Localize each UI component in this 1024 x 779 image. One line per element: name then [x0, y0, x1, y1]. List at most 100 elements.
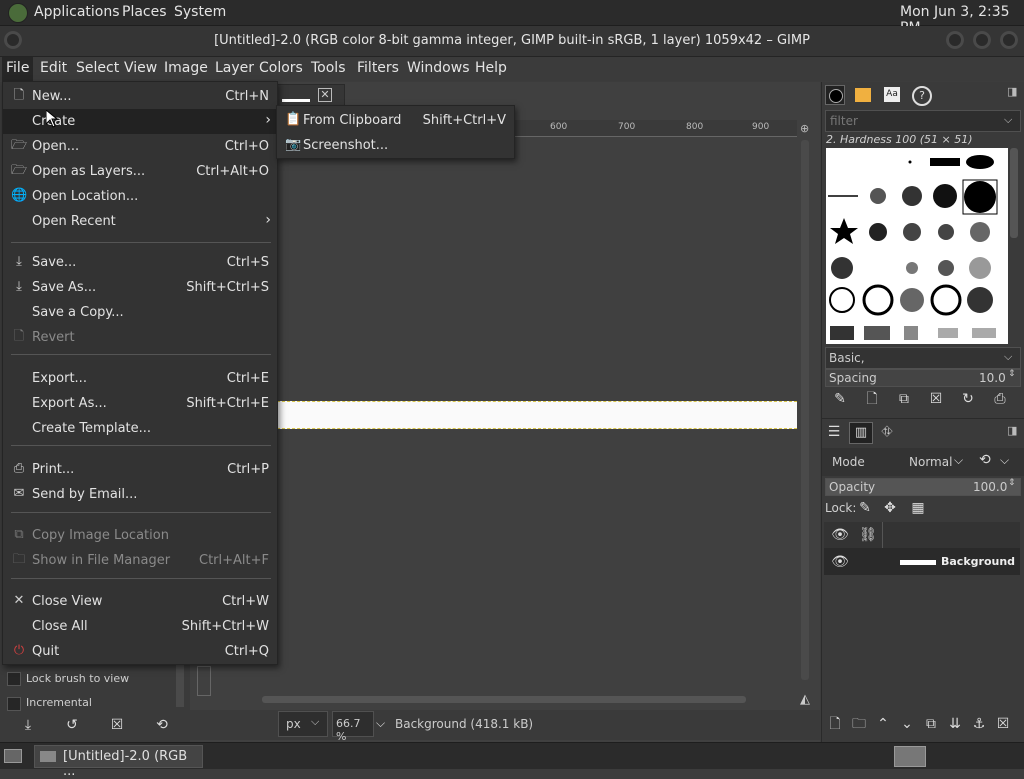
menu-image[interactable]: Image: [160, 57, 212, 81]
menu-item-save-as[interactable]: ⤓ Save As... Shift+Ctrl+S: [3, 275, 277, 300]
menu-item-revert[interactable]: 🗋 Revert: [3, 325, 277, 350]
taskbar-window-button[interactable]: [Untitled]-2.0 (RGB ...: [34, 745, 203, 779]
channels-tab-icon[interactable]: ▥: [849, 422, 873, 444]
menu-item-new[interactable]: 🗋 New... Ctrl+N: [3, 84, 277, 109]
delete-tool-preset-icon[interactable]: ☒: [107, 715, 127, 735]
new-layer-group-icon[interactable]: 🗀: [849, 714, 869, 734]
refresh-brushes-icon[interactable]: ↻: [958, 389, 978, 409]
horizontal-scrollbar[interactable]: [262, 696, 746, 703]
patterns-tab-icon[interactable]: [855, 88, 871, 102]
brush-grid-scrollbar[interactable]: [1010, 148, 1018, 238]
duplicate-brush-icon[interactable]: ⧉: [894, 389, 914, 409]
lock-position-icon[interactable]: ✥: [880, 498, 900, 518]
menu-item-from-clipboard[interactable]: 📋 From Clipboard Shift+Ctrl+V: [277, 108, 514, 133]
menu-item-create[interactable]: Create›: [3, 109, 277, 134]
zoom-to-fit-icon[interactable]: ◭: [800, 692, 814, 707]
new-layer-icon[interactable]: 🗋: [825, 714, 845, 734]
menu-item-save[interactable]: ⤓ Save... Ctrl+S: [3, 250, 277, 275]
layers-tab-icon[interactable]: ☰: [824, 422, 844, 442]
layer-name[interactable]: Background: [941, 555, 1015, 568]
opacity-slider[interactable]: Opacity 100.0 ⇕: [825, 478, 1021, 496]
open-brush-as-image-icon[interactable]: ⎙: [990, 389, 1010, 409]
menu-filters[interactable]: Filters: [353, 57, 403, 81]
menu-item-send-email[interactable]: ✉ Send by Email...: [3, 482, 277, 507]
unit-select[interactable]: px ⌵: [278, 711, 328, 737]
menu-view[interactable]: View: [120, 57, 161, 81]
mode-value[interactable]: Normal: [909, 455, 952, 469]
minimize-icon[interactable]: [946, 31, 964, 49]
lock-brush-checkbox[interactable]: [7, 672, 21, 686]
workspace-switcher[interactable]: [894, 746, 926, 767]
raise-layer-icon[interactable]: ⌃: [873, 714, 893, 734]
show-desktop-icon[interactable]: [4, 749, 22, 763]
menu-edit[interactable]: Edit: [36, 57, 71, 81]
navigate-icon[interactable]: ⊕: [800, 122, 812, 136]
menu-file[interactable]: File: [2, 57, 34, 81]
spacing-slider[interactable]: Spacing 10.0 ⇕: [825, 369, 1021, 387]
switch-mode-icon[interactable]: ⟲: [979, 452, 991, 468]
distro-logo-icon[interactable]: [8, 3, 28, 23]
menu-item-open-as-layers[interactable]: 🗁 Open as Layers... Ctrl+Alt+O: [3, 159, 277, 184]
spin-arrows-icon[interactable]: ⇕: [1008, 478, 1016, 488]
merge-layer-icon[interactable]: ⇊: [945, 714, 965, 734]
paths-tab-icon[interactable]: ⛗: [877, 422, 897, 442]
lower-layer-icon[interactable]: ⌄: [897, 714, 917, 734]
edit-brush-icon[interactable]: ✎: [830, 389, 850, 409]
brush-grid[interactable]: [826, 148, 1008, 344]
menu-item-create-template[interactable]: Create Template...: [3, 416, 277, 441]
lock-alpha-icon[interactable]: ▦: [908, 498, 928, 518]
incremental-checkbox[interactable]: [7, 697, 21, 711]
delete-brush-icon[interactable]: ☒: [926, 389, 946, 409]
maximize-icon[interactable]: [973, 31, 991, 49]
menu-item-save-copy[interactable]: Save a Copy...: [3, 300, 277, 325]
menu-help[interactable]: Help: [471, 57, 511, 81]
menu-select[interactable]: Select: [72, 57, 123, 81]
menu-item-print[interactable]: ⎙ Print... Ctrl+P: [3, 457, 277, 482]
brush-filter-input[interactable]: filter ⌵: [825, 110, 1021, 132]
fonts-tab-icon[interactable]: Aa: [884, 87, 900, 102]
window-titlebar[interactable]: [Untitled]-2.0 (RGB color 8-bit gamma in…: [0, 26, 1024, 57]
restore-tool-preset-icon[interactable]: ↺: [62, 715, 82, 735]
menu-item-open-location[interactable]: 🌐 Open Location...: [3, 184, 277, 209]
close-tab-icon[interactable]: ✕: [318, 88, 332, 102]
help-tab-icon[interactable]: ?: [912, 86, 932, 106]
brush-tag-select[interactable]: Basic, ⌵: [825, 347, 1021, 369]
applications-menu[interactable]: Applications: [34, 4, 120, 20]
menu-tools[interactable]: Tools: [307, 57, 350, 81]
menu-colors[interactable]: Colors: [255, 57, 307, 81]
menu-layer[interactable]: Layer: [211, 57, 258, 81]
vertical-scrollbar[interactable]: [801, 140, 809, 680]
menu-item-screenshot[interactable]: 📷 Screenshot...: [277, 133, 514, 158]
chevron-down-icon[interactable]: ⌵: [954, 453, 963, 468]
menu-item-export[interactable]: Export... Ctrl+E: [3, 366, 277, 391]
close-window-icon[interactable]: [1000, 31, 1018, 49]
menu-item-copy-location[interactable]: ⧉ Copy Image Location: [3, 523, 277, 548]
menu-item-close-all[interactable]: Close All Shift+Ctrl+W: [3, 614, 277, 639]
spin-arrows-icon[interactable]: ⇕: [1008, 369, 1016, 379]
menu-item-open-recent[interactable]: Open Recent ›: [3, 209, 277, 234]
anchor-layer-icon[interactable]: ⚓: [969, 714, 989, 734]
delete-layer-icon[interactable]: ☒: [993, 714, 1013, 734]
reset-tool-options-icon[interactable]: ⟲: [152, 715, 172, 735]
menu-item-close-view[interactable]: ✕ Close View Ctrl+W: [3, 589, 277, 614]
places-menu[interactable]: Places: [122, 4, 167, 20]
chevron-down-icon[interactable]: ⌵: [1000, 453, 1009, 468]
duplicate-layer-icon[interactable]: ⧉: [921, 714, 941, 734]
menu-item-quit[interactable]: ⏻ Quit Ctrl+Q: [3, 639, 277, 664]
new-brush-icon[interactable]: 🗋: [862, 389, 882, 409]
dock-menu-icon[interactable]: ◨: [1007, 424, 1017, 437]
dock-menu-icon[interactable]: ◨: [1007, 85, 1017, 98]
tool-options-scrollbar[interactable]: [176, 662, 184, 707]
menu-windows[interactable]: Windows: [403, 57, 474, 81]
image-canvas[interactable]: [277, 401, 797, 429]
menu-item-show-file-manager[interactable]: 🗀 Show in File Manager Ctrl+Alt+F: [3, 548, 277, 573]
lock-pixels-icon[interactable]: ✎: [855, 498, 875, 518]
zoom-dropdown-icon[interactable]: ⌵: [376, 716, 385, 731]
system-menu[interactable]: System: [174, 4, 226, 20]
eye-icon[interactable]: 👁: [830, 552, 850, 572]
menu-item-open[interactable]: 🗁 Open... Ctrl+O: [3, 134, 277, 159]
save-tool-preset-icon[interactable]: ⤓: [18, 715, 38, 735]
brushes-tab-icon[interactable]: [825, 85, 845, 105]
menu-item-export-as[interactable]: Export As... Shift+Ctrl+E: [3, 391, 277, 416]
zoom-input[interactable]: 66.7 %: [332, 711, 374, 743]
